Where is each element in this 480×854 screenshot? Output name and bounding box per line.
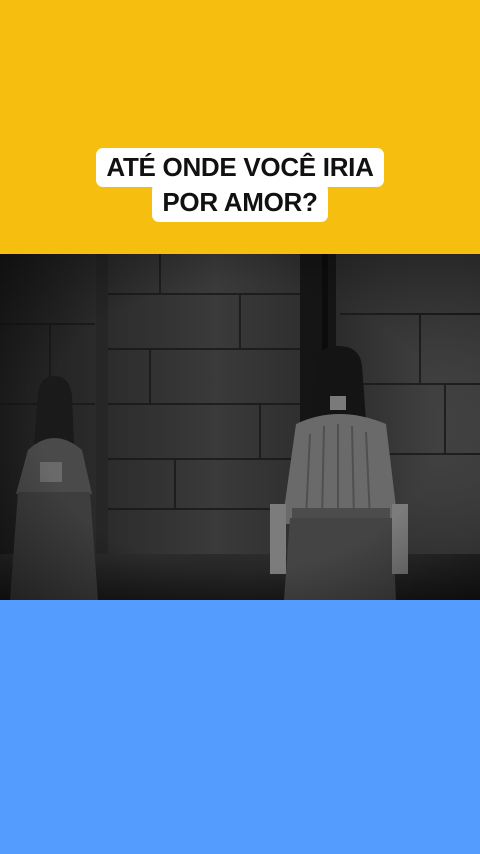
caption-line-2: POR AMOR? <box>152 183 328 222</box>
caption-line-1: ATÉ ONDE VOCÊ IRIA <box>96 148 384 187</box>
video-still[interactable] <box>0 254 480 600</box>
caption-overlay: ATÉ ONDE VOCÊ IRIA POR AMOR? <box>0 148 480 222</box>
video-still-illustration <box>0 254 480 600</box>
reel-frame: ATÉ ONDE VOCÊ IRIA POR AMOR? <box>0 0 480 854</box>
bottom-color-band <box>0 600 480 854</box>
vignette <box>0 254 480 600</box>
